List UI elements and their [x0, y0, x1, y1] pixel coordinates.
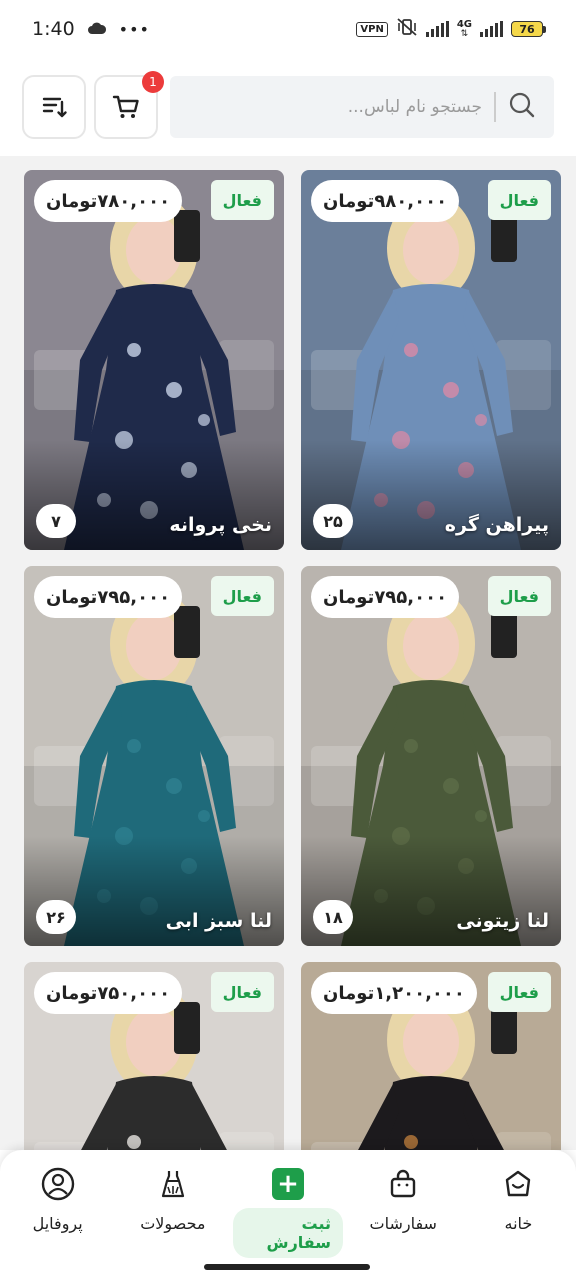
stock-count: ۱۸ — [313, 900, 353, 934]
shopping-bag-icon — [383, 1164, 423, 1204]
vibrate-icon — [396, 18, 418, 40]
stock-count: ۲۵ — [313, 504, 353, 538]
nav-label: ثبت سفارش — [233, 1208, 344, 1258]
nav-item-dress[interactable]: محصولات — [118, 1164, 228, 1233]
signal-icon-2 — [480, 21, 503, 37]
search-icon[interactable] — [508, 91, 536, 123]
gesture-area — [0, 1260, 576, 1280]
network-indicator: 4G ⇅ — [456, 18, 472, 39]
product-card[interactable]: ۷۵۰,۰۰۰تومان فعال — [24, 962, 284, 1150]
product-card[interactable]: ۷۹۵,۰۰۰تومان فعال لنا زیتونی ۱۸ — [301, 566, 561, 946]
stock-count: ۷ — [36, 504, 76, 538]
product-list: ۷۸۰,۰۰۰تومان فعال نخی پروانه ۷ ۹۸۰,۰۰۰تومان… — [0, 156, 576, 1150]
battery-level: 76 — [511, 21, 543, 37]
nav-item-home[interactable]: خانه — [463, 1164, 573, 1233]
vpn-icon: VPN — [356, 21, 388, 37]
plus-icon: + — [268, 1164, 308, 1204]
status-badge: فعال — [487, 576, 551, 616]
product-grid: ۷۸۰,۰۰۰تومان فعال نخی پروانه ۷ ۹۸۰,۰۰۰تومان… — [24, 170, 561, 1150]
status-right: VPN 4G ⇅ 76 — [356, 18, 546, 40]
product-price: ۹۸۰,۰۰۰تومان — [311, 180, 460, 222]
signal-icon — [425, 21, 449, 37]
product-price: ۱,۲۰۰,۰۰۰تومان — [311, 972, 477, 1014]
status-left: 1:40 ••• — [32, 18, 150, 40]
home-icon — [498, 1164, 538, 1204]
more-notifications-icon: ••• — [118, 19, 150, 39]
status-badge: فعال — [210, 576, 274, 616]
product-card[interactable]: ۹۸۰,۰۰۰تومان فعال پیراهن گره ۲۵ — [301, 170, 561, 550]
cart-icon — [112, 95, 139, 118]
stock-count: ۲۶ — [36, 900, 76, 934]
cart-button[interactable]: 1 — [94, 71, 164, 139]
search-input[interactable] — [202, 97, 482, 117]
nav-label: خانه — [504, 1214, 533, 1233]
product-card[interactable]: ۱,۲۰۰,۰۰۰تومان فعال — [301, 962, 561, 1150]
product-price: ۷۵۰,۰۰۰تومان — [34, 972, 183, 1014]
status-badge: فعال — [487, 180, 551, 220]
nav-item-user[interactable]: پروفایل — [3, 1164, 113, 1233]
nav-label: پروفایل — [32, 1214, 83, 1233]
search-bar — [170, 76, 554, 138]
nav-label: سفارشات — [369, 1214, 437, 1233]
product-name: پیراهن گره — [444, 514, 549, 536]
bottom-navigation: خانه سفارشات + ثبت سفارش محصولات پروفایل — [0, 1150, 576, 1260]
dress-icon — [153, 1164, 193, 1204]
product-name: نخی پروانه — [169, 514, 272, 536]
status-bar: 1:40 ••• VPN 4G ⇅ 76 — [0, 0, 576, 58]
home-indicator[interactable] — [204, 1264, 370, 1270]
nav-item-shopping-bag[interactable]: سفارشات — [348, 1164, 458, 1233]
product-card[interactable]: ۷۹۵,۰۰۰تومان فعال لنا سبز ابی ۲۶ — [24, 566, 284, 946]
header: 1 — [22, 71, 554, 140]
cart-count-badge: 1 — [142, 71, 164, 93]
product-price: ۷۹۵,۰۰۰تومان — [34, 576, 183, 618]
product-name: لنا زیتونی — [456, 910, 549, 932]
sort-icon — [42, 97, 67, 118]
search-divider — [494, 92, 496, 122]
product-name: لنا سبز ابی — [165, 910, 272, 932]
data-arrows-icon: ⇅ — [460, 28, 469, 39]
user-icon — [38, 1164, 78, 1204]
status-badge: فعال — [487, 972, 551, 1012]
product-card[interactable]: ۷۸۰,۰۰۰تومان فعال نخی پروانه ۷ — [24, 170, 284, 550]
product-price: ۷۸۰,۰۰۰تومان — [34, 180, 183, 222]
status-badge: فعال — [210, 972, 274, 1012]
cloud-icon — [87, 18, 107, 40]
nav-label: محصولات — [140, 1214, 206, 1233]
status-badge: فعال — [210, 180, 274, 220]
network-type: 4G — [456, 18, 472, 30]
nav-item-plus[interactable]: + ثبت سفارش — [233, 1164, 344, 1258]
battery-icon: 76 — [511, 21, 546, 37]
sort-button[interactable] — [22, 75, 86, 139]
product-price: ۷۹۵,۰۰۰تومان — [311, 576, 460, 618]
clock: 1:40 — [32, 18, 75, 40]
